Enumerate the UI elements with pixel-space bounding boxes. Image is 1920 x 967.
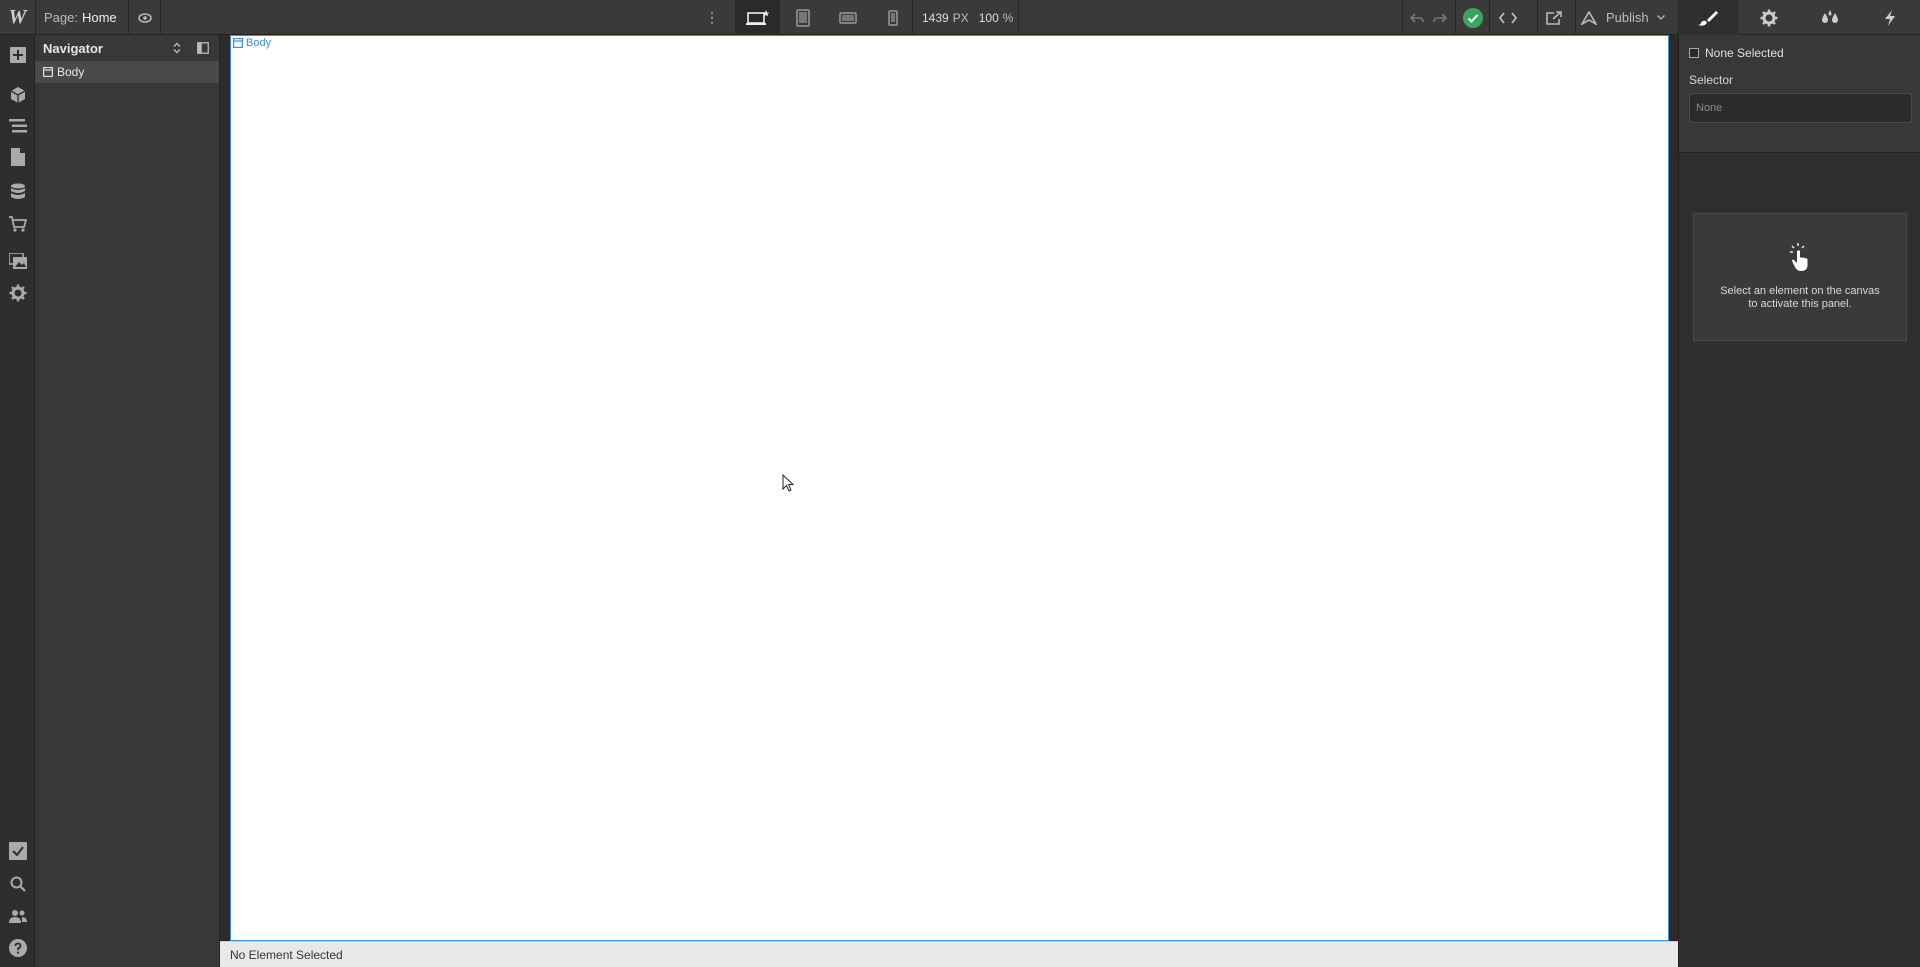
- code-button[interactable]: [1490, 0, 1525, 35]
- none-selected-label: None Selected: [1705, 46, 1784, 60]
- redo-button[interactable]: [1428, 0, 1452, 35]
- page-switcher[interactable]: Page: Home: [44, 0, 117, 35]
- navigator-header: Navigator: [35, 35, 219, 61]
- body-element-tag[interactable]: Body: [233, 37, 271, 49]
- tab-style[interactable]: [1678, 0, 1738, 35]
- site-status[interactable]: [1456, 0, 1489, 35]
- check-circle-icon: [1462, 7, 1483, 28]
- tab-settings[interactable]: [1738, 0, 1799, 35]
- tablet-icon: [795, 8, 810, 27]
- body-element-icon: [43, 67, 53, 77]
- status-text: No Element Selected: [230, 947, 343, 962]
- help-button[interactable]: [0, 932, 35, 964]
- search-button[interactable]: [0, 868, 35, 900]
- pages-icon: [10, 148, 25, 166]
- selector-input[interactable]: None: [1689, 93, 1912, 123]
- export-icon: [1545, 10, 1563, 26]
- eye-icon: [137, 12, 153, 24]
- hint-line-2: to activate this panel.: [1748, 298, 1852, 310]
- expand-collapse-icon[interactable]: [173, 42, 181, 54]
- preview-button[interactable]: [130, 0, 160, 35]
- mobile-portrait-icon: [887, 9, 898, 26]
- publish-button[interactable]: Publish: [1580, 0, 1665, 35]
- brush-icon: [1698, 10, 1718, 26]
- page-name: Home: [81, 10, 117, 25]
- publish-icon: [1580, 10, 1598, 25]
- viewport-readout[interactable]: 1439 PX 100 %: [922, 0, 1013, 35]
- design-canvas[interactable]: Body: [230, 35, 1669, 941]
- body-tag-label: Body: [246, 37, 272, 49]
- logo-text: W: [8, 6, 27, 28]
- search-icon: [10, 876, 26, 892]
- tab-style-manager[interactable]: [1799, 0, 1860, 35]
- selector-label: Selector: [1689, 73, 1734, 87]
- ecommerce-icon: [8, 216, 27, 232]
- undo-button[interactable]: [1405, 0, 1429, 35]
- cube-icon: [9, 86, 27, 104]
- tab-interactions[interactable]: [1860, 0, 1920, 35]
- navigator-title: Navigator: [43, 40, 103, 56]
- left-toolbar: [0, 35, 35, 967]
- navigator-icon: [8, 119, 27, 133]
- gear-icon: [1760, 9, 1778, 27]
- tap-hand-icon: [1789, 243, 1811, 273]
- top-bar: W Page: Home 1439 PX 100 % Publish: [0, 0, 1920, 35]
- add-icon: [9, 46, 27, 64]
- zoom-unit: %: [1002, 10, 1014, 25]
- webflow-logo[interactable]: W: [0, 0, 35, 35]
- help-icon: [8, 939, 27, 957]
- assets-panel-button[interactable]: [0, 245, 35, 277]
- cms-panel-button[interactable]: [0, 176, 35, 208]
- navigator-panel-button[interactable]: [0, 110, 35, 142]
- bolt-icon: [1884, 9, 1896, 26]
- viewport-width: 1439: [922, 10, 949, 25]
- canvas-area: Body: [220, 35, 1678, 941]
- symbols-panel-button[interactable]: [0, 79, 35, 111]
- body-tag-icon: [233, 38, 243, 48]
- none-selected-checkbox[interactable]: [1689, 48, 1699, 58]
- desktop-star-icon: [745, 9, 770, 27]
- dock-panel-icon[interactable]: [197, 42, 209, 54]
- none-selected-row[interactable]: None Selected: [1689, 41, 1910, 65]
- users-button[interactable]: [0, 900, 35, 932]
- ecommerce-panel-button[interactable]: [0, 208, 35, 240]
- status-bar: No Element Selected: [220, 941, 1678, 967]
- settings-icon: [9, 284, 27, 302]
- add-panel-button[interactable]: [0, 39, 35, 71]
- navigator-item-label: Body: [57, 65, 85, 79]
- assets-icon: [8, 253, 27, 269]
- drops-icon: [1820, 9, 1840, 26]
- code-icon: [1498, 11, 1518, 25]
- viewport-unit: PX: [952, 10, 969, 25]
- users-icon: [8, 909, 27, 923]
- breakpoint-mobile-portrait[interactable]: [875, 0, 910, 35]
- empty-selection-hint: Select an element on the canvas to activ…: [1693, 213, 1907, 341]
- redo-icon: [1432, 12, 1448, 24]
- tasks-icon: [8, 842, 27, 860]
- selector-placeholder: None: [1696, 102, 1723, 114]
- export-button[interactable]: [1538, 0, 1570, 35]
- more-options-button[interactable]: [702, 0, 722, 35]
- settings-panel-button[interactable]: [0, 277, 35, 309]
- mouse-cursor-icon: [782, 474, 794, 492]
- cms-icon: [10, 183, 26, 201]
- selector-section: None Selected Selector None: [1679, 35, 1920, 153]
- breakpoint-mobile-landscape[interactable]: [830, 0, 865, 35]
- page-prefix: Page:: [44, 10, 78, 25]
- navigator-item-body[interactable]: Body: [35, 61, 219, 83]
- hint-text: Select an element on the canvas to activ…: [1710, 285, 1890, 311]
- more-vertical-icon: [710, 11, 714, 25]
- breakpoint-tablet[interactable]: [785, 0, 820, 35]
- undo-icon: [1409, 12, 1425, 24]
- zoom-value: 100: [978, 10, 999, 25]
- hint-line-1: Select an element on the canvas: [1720, 285, 1880, 297]
- style-panel: None Selected Selector None Select an el…: [1678, 35, 1920, 967]
- navigator-panel: Navigator Body: [35, 35, 220, 967]
- publish-label: Publish: [1606, 10, 1649, 25]
- breakpoint-desktop[interactable]: [735, 0, 780, 35]
- tasks-button[interactable]: [0, 835, 35, 867]
- pages-panel-button[interactable]: [0, 141, 35, 173]
- mobile-landscape-icon: [838, 11, 857, 24]
- chevron-down-icon: [1656, 15, 1665, 20]
